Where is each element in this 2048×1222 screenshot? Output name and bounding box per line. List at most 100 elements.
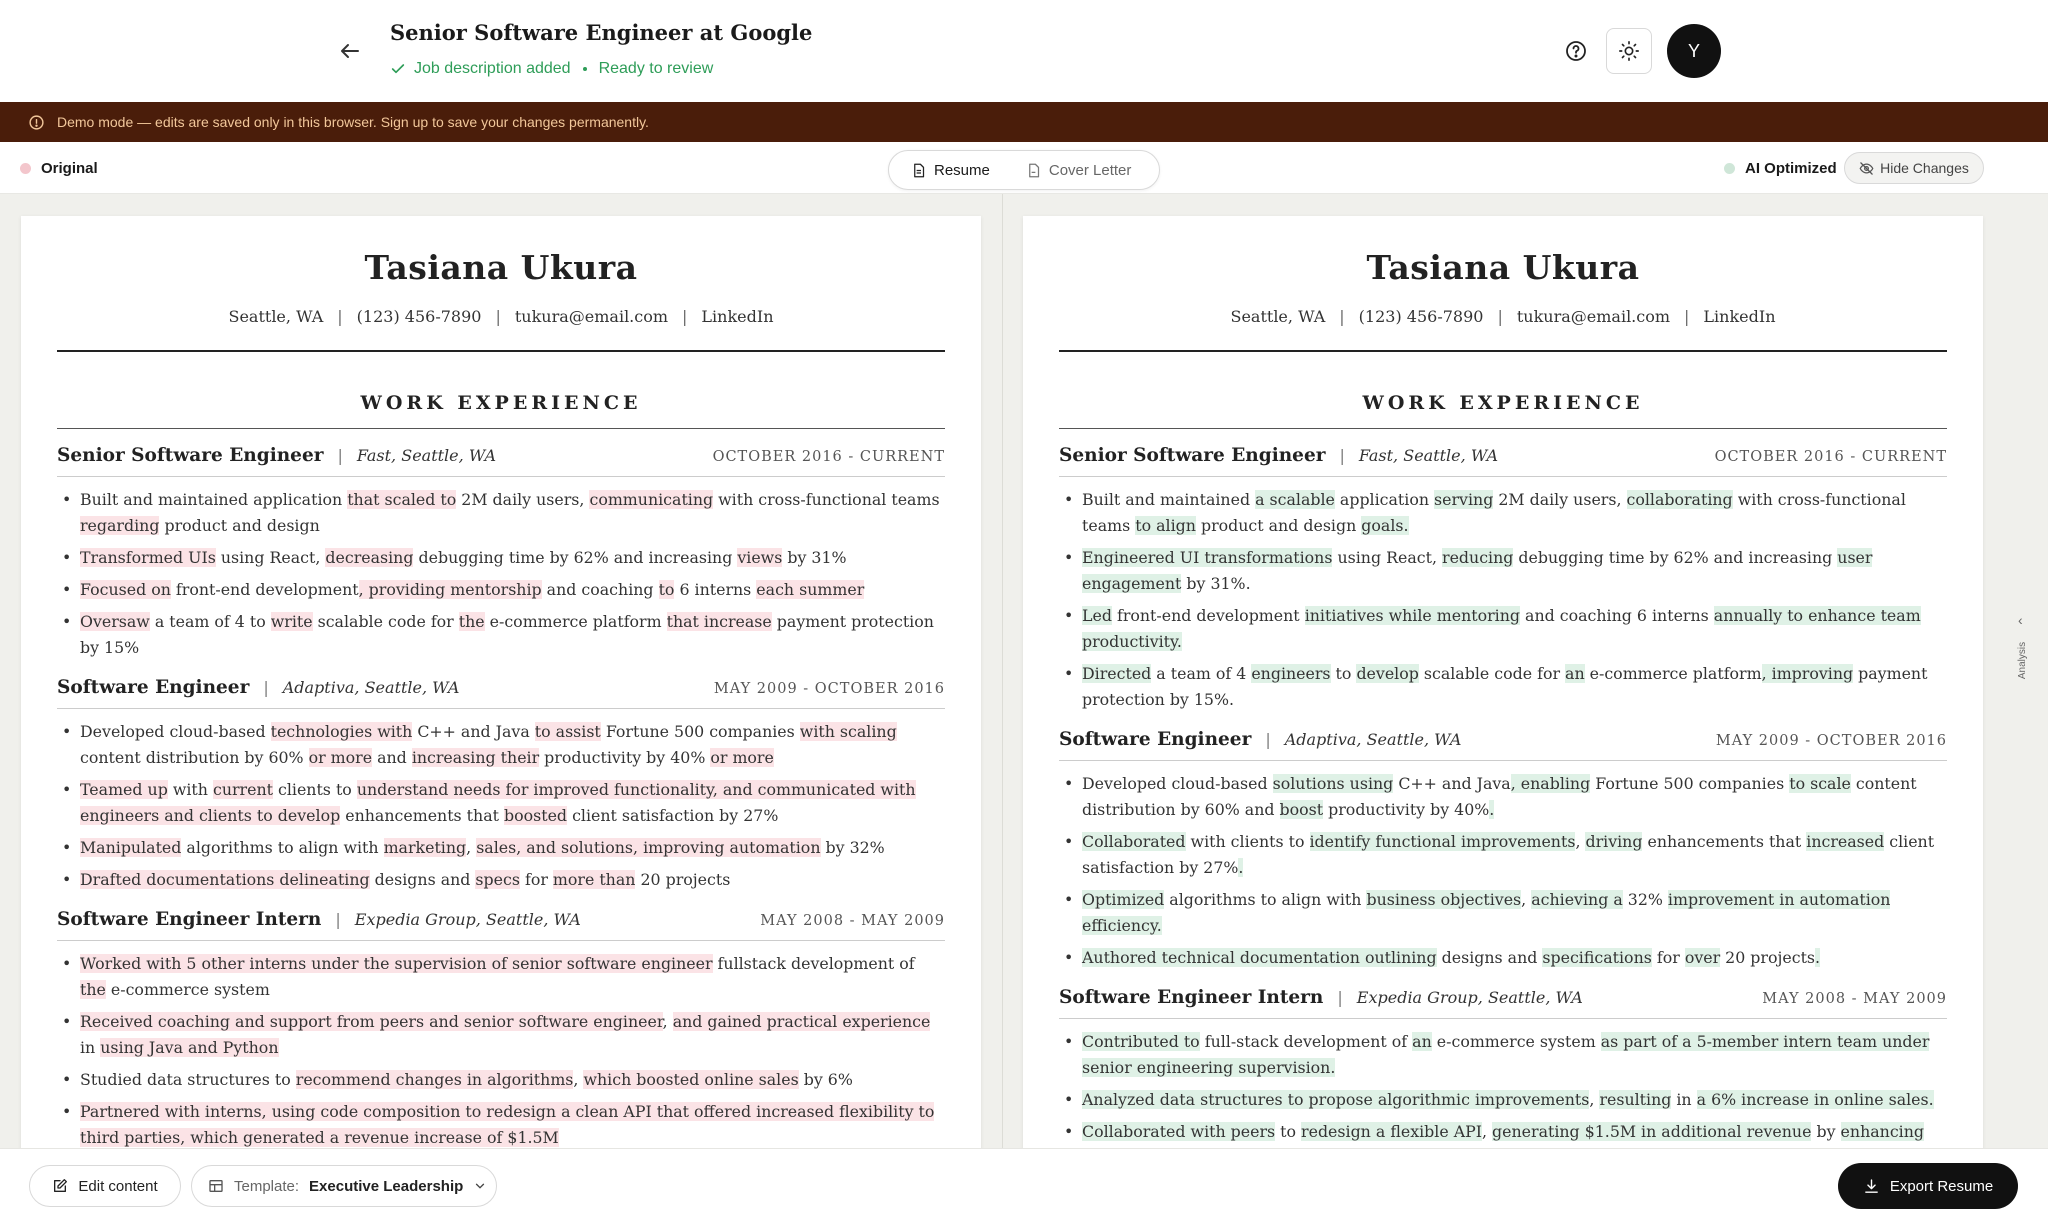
job-separator: | bbox=[335, 910, 341, 929]
unchanged-text: , bbox=[466, 838, 477, 857]
changed-text: an bbox=[1412, 1032, 1432, 1051]
changed-text: over bbox=[1684, 948, 1721, 967]
hide-changes-button[interactable]: Hide Changes bbox=[1844, 152, 1984, 184]
changed-text: or more bbox=[308, 748, 373, 767]
changed-text: to align bbox=[1135, 516, 1196, 535]
optimized-indicator-dot bbox=[1724, 163, 1735, 174]
job-rule bbox=[1059, 1018, 1947, 1019]
unchanged-text: , bbox=[1575, 832, 1586, 851]
unchanged-text: designs and bbox=[1436, 948, 1543, 967]
optimized-column-label: AI Optimized bbox=[1724, 160, 1837, 177]
optimized-resume-page[interactable]: Tasiana Ukura Seattle, WA | (123) 456-7890… bbox=[1023, 216, 1983, 1148]
changed-text: increasing their bbox=[411, 748, 540, 767]
unchanged-text: Developed cloud-based bbox=[1082, 774, 1273, 793]
contact-linkedin: LinkedIn bbox=[701, 307, 774, 326]
edit-content-button[interactable]: Edit content bbox=[29, 1165, 181, 1207]
unchanged-text: C++ and Java bbox=[412, 722, 535, 741]
bottom-toolbar: Edit content Template: Executive Leaders… bbox=[0, 1148, 2048, 1222]
back-button[interactable] bbox=[330, 34, 370, 68]
section-title: WORK EXPERIENCE bbox=[1362, 392, 1644, 414]
document-icon bbox=[914, 163, 925, 177]
changed-text: specs bbox=[475, 870, 520, 889]
unchanged-text: by bbox=[1811, 1122, 1841, 1141]
unchanged-text: by 32% bbox=[820, 838, 885, 857]
edit-icon bbox=[54, 1179, 68, 1192]
changed-text: develop bbox=[1356, 664, 1419, 683]
bullet-item: Drafted documentations delineating desig… bbox=[57, 867, 945, 893]
unchanged-text: with bbox=[167, 780, 213, 799]
tab-resume-label: Resume bbox=[934, 161, 990, 179]
changed-text: initiatives while mentoring bbox=[1304, 606, 1521, 625]
resume-contact: Seattle, WA | (123) 456-7890 | tukura@email.… bbox=[1230, 307, 1776, 326]
changed-text: regarding bbox=[80, 516, 160, 535]
unchanged-text: Fortune 500 companies bbox=[600, 722, 800, 741]
unchanged-text: in bbox=[1671, 1090, 1697, 1109]
unchanged-text: front-end development bbox=[170, 580, 359, 599]
banner-text: Demo mode — edits are saved only in this… bbox=[57, 114, 649, 130]
job-company: Expedia Group, Seattle, WA bbox=[354, 910, 581, 929]
changed-text: Received coaching and support from peers… bbox=[80, 1012, 663, 1031]
job-dates: MAY 2008 - MAY 2009 bbox=[760, 913, 945, 929]
template-selector[interactable]: Template: Executive Leadership bbox=[191, 1165, 497, 1207]
original-column-label: Original bbox=[20, 160, 98, 177]
bullet-item: Studied data structures to recommend cha… bbox=[57, 1067, 945, 1093]
changed-text: Focused on bbox=[80, 580, 171, 599]
theme-toggle-button[interactable] bbox=[1606, 28, 1652, 74]
original-resume-page[interactable]: Tasiana Ukura Seattle, WA | (123) 456-7890… bbox=[21, 216, 981, 1148]
export-resume-button[interactable]: Export Resume bbox=[1838, 1163, 2018, 1209]
help-button[interactable] bbox=[1556, 34, 1596, 68]
user-avatar[interactable]: Y bbox=[1667, 24, 1721, 78]
unchanged-text: 2M daily users, bbox=[456, 490, 590, 509]
changed-text: marketing bbox=[383, 838, 467, 857]
job-role: Senior Software Engineer bbox=[1059, 445, 1326, 466]
job-separator: | bbox=[337, 446, 343, 465]
changed-text: or more bbox=[710, 748, 774, 767]
changed-text: the bbox=[458, 612, 485, 631]
job-role: Software Engineer Intern bbox=[57, 909, 322, 930]
unchanged-text: e-commerce system bbox=[1431, 1032, 1601, 1051]
top-header: Senior Software Engineer at Google Job d… bbox=[0, 0, 2048, 102]
job-header: Software Engineer | Adaptiva, Seattle, WA M… bbox=[1059, 729, 1947, 750]
unchanged-text: product and design bbox=[159, 516, 320, 535]
job-bullets: Contributed to full-stack development of… bbox=[1059, 1029, 1947, 1148]
job-dates: MAY 2009 - OCTOBER 2016 bbox=[713, 681, 945, 697]
unchanged-text: application bbox=[1334, 490, 1435, 509]
unchanged-text: by 6% bbox=[798, 1070, 853, 1089]
job-header: Senior Software Engineer | Fast, Seattle, … bbox=[1059, 445, 1947, 466]
changed-text: Teamed up bbox=[80, 780, 168, 799]
unchanged-text: enhancements that bbox=[340, 806, 504, 825]
bullet-item: Received coaching and support from peers… bbox=[57, 1009, 945, 1061]
changed-text: Transformed UIs bbox=[80, 548, 216, 567]
unchanged-text: , bbox=[1481, 1122, 1493, 1141]
status-job-description: Job description added bbox=[414, 60, 571, 77]
job-separator: | bbox=[1339, 446, 1345, 465]
changed-text: achieving a bbox=[1531, 890, 1623, 909]
bullet-item: Collaborated with clients to identify fu… bbox=[1059, 829, 1947, 881]
analysis-panel-toggle[interactable]: ‹ Analysis bbox=[2010, 600, 2038, 690]
contact-email: tukura@email.com bbox=[514, 307, 669, 326]
job-header: Software Engineer Intern | Expedia Group, … bbox=[1059, 987, 1947, 1008]
changed-text: recommend changes in algorithms bbox=[295, 1070, 574, 1089]
column-divider bbox=[1002, 194, 1003, 1148]
bullet-item: Partnered with interns, using code compo… bbox=[57, 1099, 945, 1148]
unchanged-text: using React, bbox=[1332, 548, 1443, 567]
changed-text: to bbox=[658, 580, 675, 599]
changed-text: goals. bbox=[1361, 516, 1409, 535]
job-header: Senior Software Engineer | Fast, Seattle, … bbox=[57, 445, 945, 466]
unchanged-text: Developed cloud-based bbox=[80, 722, 271, 741]
changed-text: current bbox=[212, 780, 273, 799]
unchanged-text: front-end development bbox=[1111, 606, 1305, 625]
job-header: Software Engineer | Adaptiva, Seattle, WA M… bbox=[57, 677, 945, 698]
unchanged-text: algorithms to align with bbox=[1164, 890, 1367, 909]
changed-text: and gained practical experience bbox=[672, 1012, 931, 1031]
unchanged-text: designs and bbox=[369, 870, 476, 889]
bullet-item: Analyzed data structures to propose algo… bbox=[1059, 1087, 1947, 1113]
tab-resume[interactable]: Resume bbox=[893, 154, 1008, 186]
contact-phone: (123) 456-7890 bbox=[356, 307, 482, 326]
job-separator: | bbox=[263, 678, 269, 697]
tab-cover-letter[interactable]: Cover Letter bbox=[1008, 154, 1150, 186]
unchanged-text: by 31%. bbox=[1181, 574, 1251, 593]
unchanged-text: Studied data structures bbox=[80, 1070, 270, 1089]
job-role: Software Engineer bbox=[57, 677, 250, 698]
unchanged-text: Fortune 500 companies bbox=[1590, 774, 1790, 793]
